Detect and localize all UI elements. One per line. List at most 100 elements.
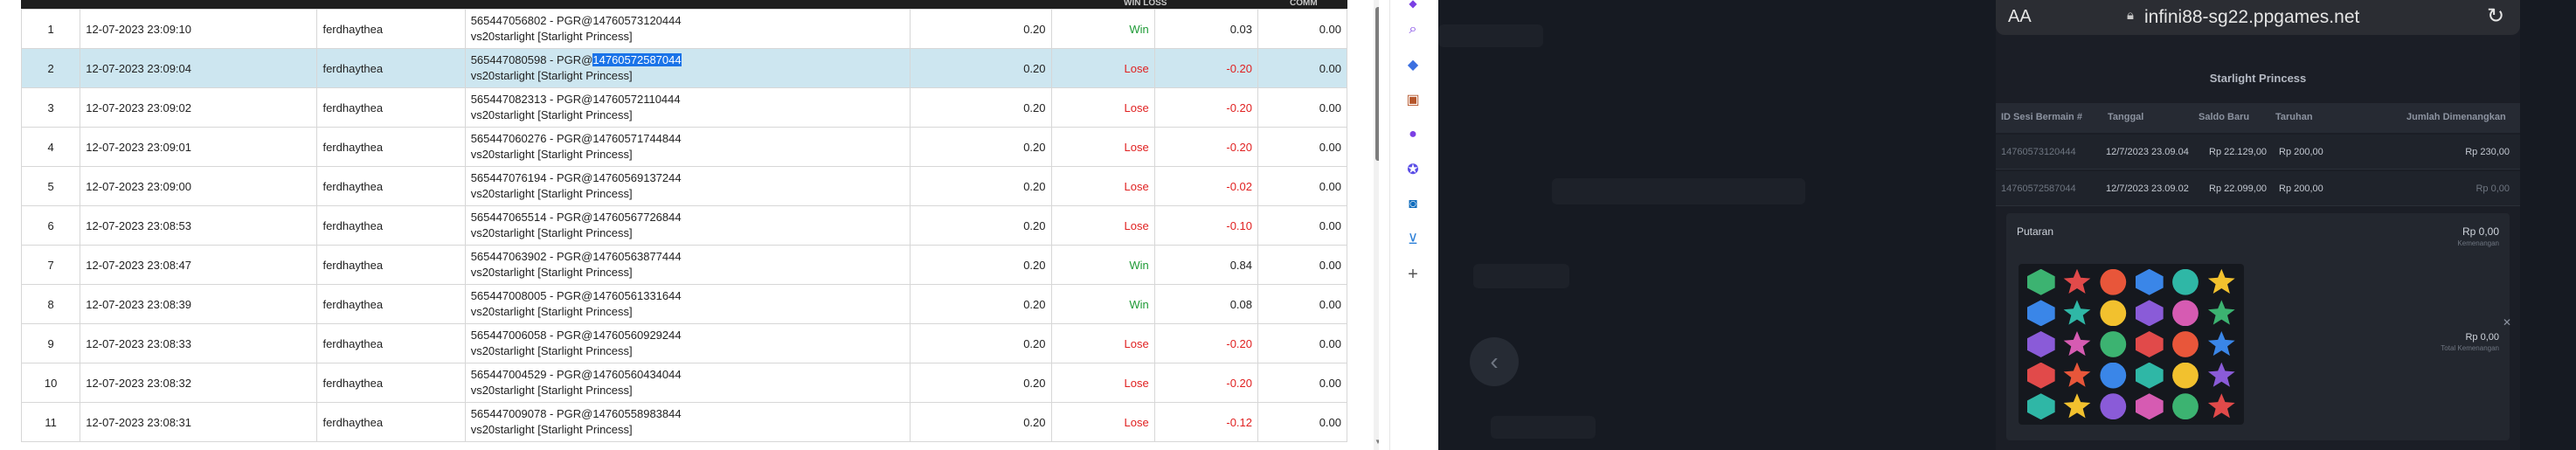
sidebar-app-icon[interactable]: ◆ <box>1402 0 1423 14</box>
gem-symbol-icon <box>2172 268 2199 295</box>
gem-symbol-icon <box>2063 362 2091 387</box>
ref-id: 565447004529 - PGR@14760560434044 <box>470 368 682 381</box>
row-number: 1 <box>20 9 81 49</box>
row-bet: 0.20 <box>910 245 1052 285</box>
scrollbar-thumb[interactable] <box>1375 7 1379 161</box>
gem-symbol-icon <box>2026 300 2055 327</box>
outlook-icon[interactable]: ◙ <box>1402 194 1423 215</box>
row-commission: 0.00 <box>1257 9 1347 49</box>
row-result: Lose <box>1050 205 1155 246</box>
ref-id: 565447065514 - PGR@14760567726844 <box>470 211 682 224</box>
row-win-loss: -0.20 <box>1153 87 1259 128</box>
row-username: ferdhaythea <box>316 166 466 206</box>
row-commission: 0.00 <box>1257 205 1347 246</box>
row-win-loss: -0.10 <box>1153 205 1259 246</box>
ref-id: 565447009078 - PGR@14760558983844 <box>470 407 682 420</box>
row-commission: 0.00 <box>1257 48 1347 88</box>
row-reference[interactable]: 565447080598 - PGR@14760572587044 vs20sta… <box>464 48 911 88</box>
ref-game: vs20starlight [Starlight Princess] <box>470 148 633 161</box>
briefcase-icon[interactable]: ▣ <box>1402 89 1423 110</box>
ref-game: vs20starlight [Starlight Princess] <box>470 423 633 436</box>
screenshot-root: WIN LOSS COMM 1 12-07-2023 23:09:10 ferdha… <box>0 0 2576 450</box>
total-win-value: Rp 0,00 <box>2465 332 2499 343</box>
ref-game: vs20starlight [Starlight Princess] <box>470 30 633 43</box>
row-date: 12-07-2023 23:08:47 <box>80 245 318 285</box>
history-win: Rp 0,00 <box>2476 183 2510 194</box>
scroll-down-arrow[interactable]: ▼ <box>1374 438 1379 448</box>
row-win-loss: 0.03 <box>1153 9 1259 49</box>
reload-icon[interactable]: ↻ <box>2487 3 2504 29</box>
row-reference[interactable]: 565447082313 - PGR@14760572110444 vs20sta… <box>464 87 911 128</box>
row-win-loss: -0.12 <box>1153 402 1259 442</box>
table-row[interactable]: 7 12-07-2023 23:08:47 ferdhaythea 565447063… <box>20 245 1347 285</box>
row-reference[interactable]: 565447076194 - PGR@14760569137244 vs20sta… <box>464 166 911 206</box>
table-row[interactable]: 6 12-07-2023 23:08:53 ferdhaythea 565447065… <box>20 205 1347 246</box>
row-commission: 0.00 <box>1257 323 1347 363</box>
row-reference[interactable]: 565447009078 - PGR@14760558983844 vs20sta… <box>464 402 911 442</box>
add-icon[interactable]: + <box>1402 264 1423 285</box>
row-win-loss: 0.84 <box>1153 245 1259 285</box>
lock-icon: 🔒︎ <box>2127 8 2134 23</box>
history-row[interactable]: 14760573120444 12/7/2023 23.09.04 Rp 22.… <box>1996 135 2520 170</box>
ref-game: vs20starlight [Starlight Princess] <box>470 187 633 200</box>
shopping-cart-icon[interactable]: ⊻ <box>1402 229 1423 250</box>
row-result: Win <box>1050 9 1155 49</box>
row-reference[interactable]: 565447060276 - PGR@14760571744844 vs20sta… <box>464 127 911 167</box>
row-reference[interactable]: 565447008005 - PGR@14760561331644 vs20sta… <box>464 284 911 324</box>
search-icon[interactable]: ⌕ <box>1402 19 1423 40</box>
gem-symbol-icon <box>2063 393 2091 419</box>
ref-id: 565447006058 - PGR@14760560929244 <box>470 329 682 342</box>
history-win: Rp 230,00 <box>2465 147 2510 157</box>
history-date: 12/7/2023 23.09.04 <box>2106 147 2189 157</box>
url-text[interactable]: infini88-sg22.ppgames.net <box>2144 7 2359 28</box>
row-reference[interactable]: 565447063902 - PGR@14760563877444 vs20sta… <box>464 245 911 285</box>
row-username: ferdhaythea <box>316 87 466 128</box>
row-reference[interactable]: 565447065514 - PGR@14760567726844 vs20sta… <box>464 205 911 246</box>
spin-win-value: Rp 0,00 <box>2462 225 2499 238</box>
row-number: 3 <box>20 87 81 128</box>
gem-symbol-icon <box>2135 268 2164 295</box>
table-row[interactable]: 9 12-07-2023 23:08:33 ferdhaythea 565447006… <box>20 323 1347 363</box>
game-title: Starlight Princess <box>2209 72 2307 85</box>
gem-symbol-icon <box>2026 330 2055 357</box>
history-row[interactable]: 14760572587044 12/7/2023 23.09.02 Rp 22.… <box>1996 171 2520 206</box>
back-arrow-button[interactable]: ‹ <box>1470 337 1519 386</box>
close-icon[interactable]: ✕ <box>2503 316 2511 329</box>
table-row[interactable]: 3 12-07-2023 23:09:02 ferdhaythea 565447082… <box>20 87 1347 128</box>
row-reference[interactable]: 565447004529 - PGR@14760560434044 vs20sta… <box>464 363 911 403</box>
row-number: 2 <box>20 48 81 88</box>
table-row[interactable]: 5 12-07-2023 23:09:00 ferdhaythea 565447076… <box>20 166 1347 206</box>
address-bar[interactable]: AA 🔒︎ infini88-sg22.ppgames.net ↻ <box>1996 0 2520 35</box>
row-win-loss: -0.02 <box>1153 166 1259 206</box>
row-reference[interactable]: 565447056802 - PGR@14760573120444 vs20sta… <box>464 9 911 49</box>
row-username: ferdhaythea <box>316 245 466 285</box>
row-date: 12-07-2023 23:08:32 <box>80 363 318 403</box>
history-col-balance: Saldo Baru <box>2199 112 2250 122</box>
text-size-button[interactable]: AA <box>2008 7 2032 27</box>
gem-symbol-icon <box>2100 268 2127 295</box>
row-date: 12-07-2023 23:09:10 <box>80 9 318 49</box>
table-row[interactable]: 11 12-07-2023 23:08:31 ferdhaythea 56544700… <box>20 402 1347 442</box>
background-block <box>1552 178 1805 204</box>
gem-symbol-icon <box>2135 330 2164 357</box>
copilot-icon[interactable]: ✪ <box>1402 159 1423 180</box>
row-username: ferdhaythea <box>316 284 466 324</box>
gem-symbol-icon <box>2207 362 2235 387</box>
table-row[interactable]: 8 12-07-2023 23:08:39 ferdhaythea 565447008… <box>20 284 1347 324</box>
table-row[interactable]: 2 12-07-2023 23:09:04 ferdhaythea 565447080… <box>20 48 1347 88</box>
table-row[interactable]: 1 12-07-2023 23:09:10 ferdhaythea 565447056… <box>20 9 1347 49</box>
row-win-loss: -0.20 <box>1153 127 1259 167</box>
row-reference[interactable]: 565447006058 - PGR@14760560929244 vs20sta… <box>464 323 911 363</box>
background-block <box>1438 24 1543 47</box>
row-result: Win <box>1050 284 1155 324</box>
table-row[interactable]: 10 12-07-2023 23:08:32 ferdhaythea 56544700… <box>20 363 1347 403</box>
ref-id: 565447063902 - PGR@14760563877444 <box>470 250 682 263</box>
people-icon[interactable]: ● <box>1402 124 1423 145</box>
tag-icon[interactable]: ◆ <box>1402 54 1423 75</box>
table-row[interactable]: 4 12-07-2023 23:09:01 ferdhaythea 565447060… <box>20 127 1347 167</box>
row-win-loss: -0.20 <box>1153 323 1259 363</box>
row-username: ferdhaythea <box>316 205 466 246</box>
col-win-loss-header: WIN LOSS <box>1124 0 1167 8</box>
row-date: 12-07-2023 23:09:04 <box>80 48 318 88</box>
row-number: 4 <box>20 127 81 167</box>
